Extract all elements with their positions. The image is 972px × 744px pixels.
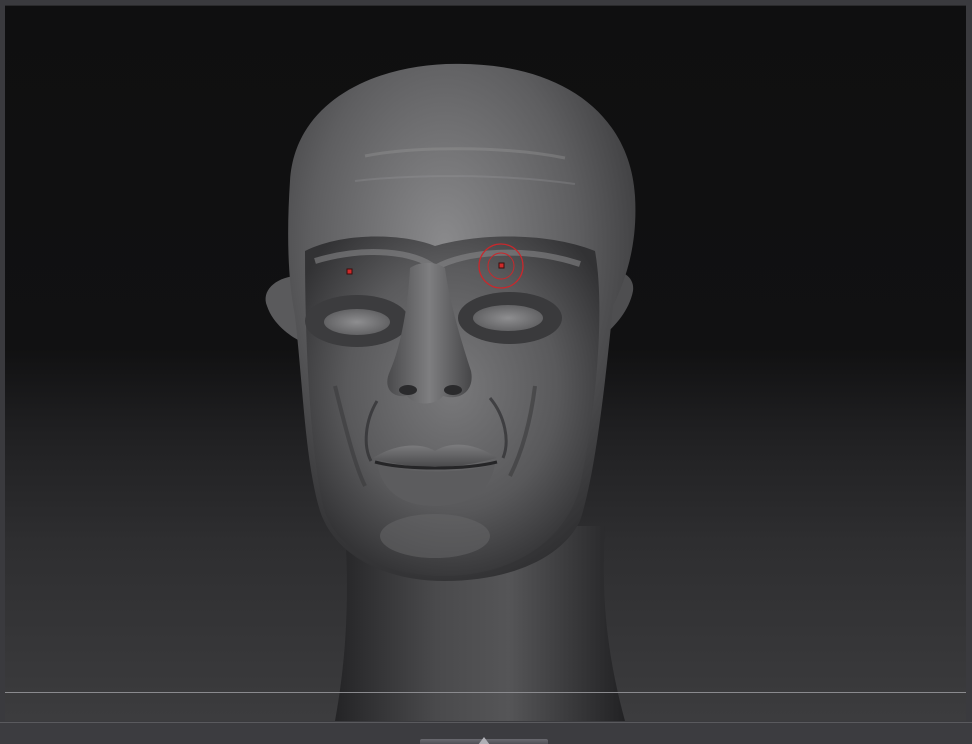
model-eye-left <box>324 309 390 335</box>
symmetry-point-right-icon <box>498 262 505 269</box>
model-eye-right <box>473 305 543 331</box>
application-window <box>0 0 972 744</box>
viewport-canvas[interactable] <box>5 6 966 721</box>
sculpt-viewport[interactable] <box>5 5 966 721</box>
bottom-tray <box>0 722 972 744</box>
symmetry-point-left-icon <box>346 268 353 275</box>
tray-toggle-arrow-icon[interactable] <box>478 737 490 744</box>
floor-grid-line <box>5 692 966 693</box>
